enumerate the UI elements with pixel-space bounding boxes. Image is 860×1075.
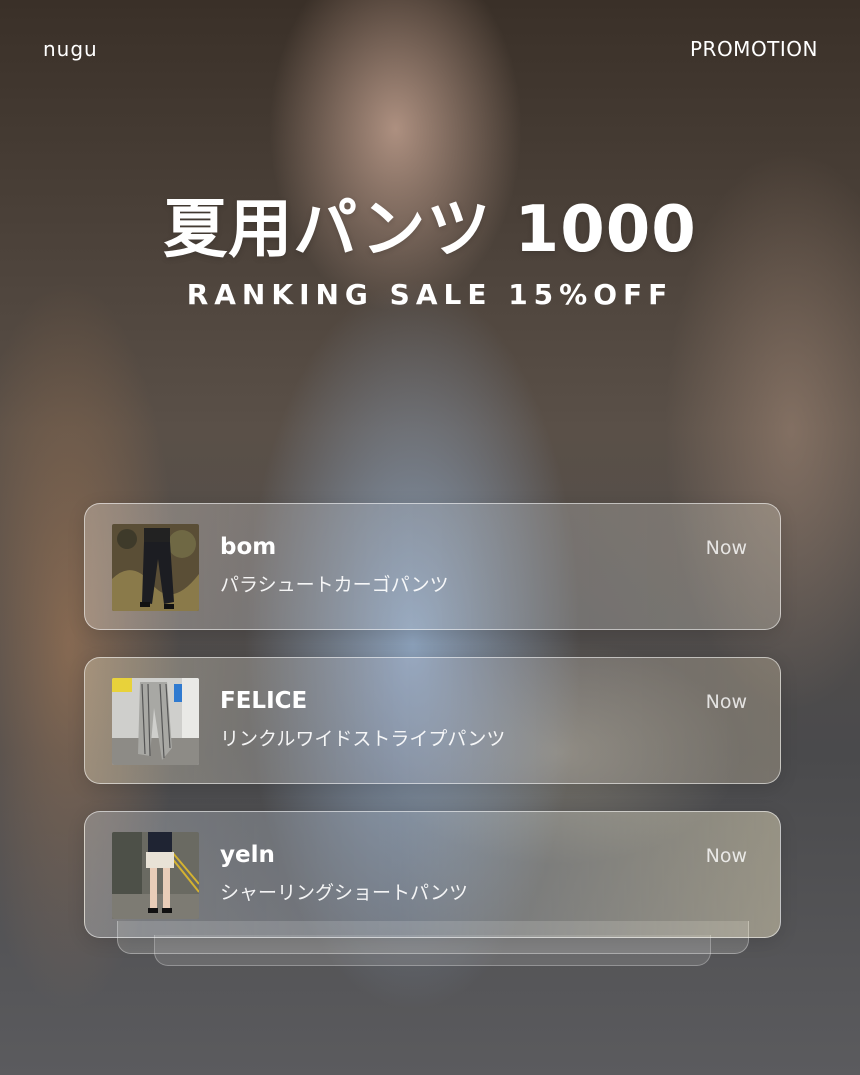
hero-subtitle: RANKING SALE 15%OFF	[186, 278, 674, 311]
notification-title: yeln	[220, 842, 275, 868]
notification-title: FELICE	[220, 688, 308, 714]
notification-body: リンクルワイドストライプパンツ	[220, 728, 506, 750]
notification-time: Now	[705, 845, 747, 867]
notification-body: パラシュートカーゴパンツ	[220, 574, 449, 596]
shirred-shorts-photo-icon	[112, 832, 199, 919]
notification-card-yeln[interactable]: yeln シャーリングショートパンツ Now	[84, 811, 781, 938]
notification-time: Now	[705, 691, 747, 713]
striped-wide-pants-photo-icon	[112, 678, 199, 765]
top-bar: nugu PROMOTION	[0, 37, 860, 65]
notification-card-bom[interactable]: bom パラシュートカーゴパンツ Now	[84, 503, 781, 630]
notification-time: Now	[705, 537, 747, 559]
hero-title: 夏用パンツ 1000	[163, 193, 697, 267]
notification-title: bom	[220, 534, 277, 560]
brand-logo: nugu	[43, 37, 98, 61]
notification-card-felice[interactable]: FELICE リンクルワイドストライプパンツ Now	[84, 657, 781, 784]
black-cargo-pants-photo-icon	[112, 524, 199, 611]
notification-body: シャーリングショートパンツ	[220, 882, 468, 904]
promotion-label: PROMOTION	[689, 37, 818, 61]
